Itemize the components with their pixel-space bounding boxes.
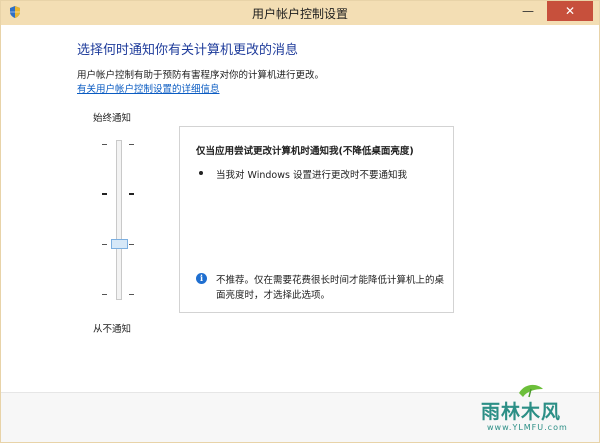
- slider-tick: [102, 244, 107, 245]
- level-description-panel: 仅当应用尝试更改计算机时通知我(不降低桌面亮度) 当我对 Windows 设置进…: [179, 126, 454, 313]
- slider-tick: [102, 193, 107, 195]
- slider-tick: [129, 294, 134, 295]
- slider-tick: [129, 244, 134, 245]
- learn-more-link[interactable]: 有关用户帐户控制设置的详细信息: [77, 81, 220, 95]
- slider-label-never-notify: 从不通知: [93, 324, 132, 335]
- title-bar: 用户帐户控制设置 — ✕: [1, 1, 599, 25]
- level-title: 仅当应用尝试更改计算机时通知我(不降低桌面亮度): [196, 146, 414, 157]
- watermark-text: 雨林木风: [481, 401, 562, 423]
- uac-settings-window: 用户帐户控制设置 — ✕ 选择何时通知你有关计算机更改的消息 用户帐户控制有助于…: [0, 0, 600, 443]
- slider-tick: [129, 193, 134, 195]
- slider-tick: [102, 144, 107, 145]
- watermark-logo: 雨林木风 www.YLMFU.com: [467, 381, 595, 439]
- window-title: 用户帐户控制设置: [251, 7, 348, 21]
- notification-level-slider[interactable]: [116, 140, 122, 300]
- watermark-url: www.YLMFU.com: [487, 423, 568, 432]
- info-icon: i: [196, 273, 207, 284]
- recommendation-note: 不推荐。仅在需要花费很长时间才能降低计算机上的桌面亮度时，才选择此选项。: [216, 275, 445, 301]
- level-bullet-text: 当我对 Windows 设置进行更改时不要通知我: [216, 170, 407, 181]
- page-heading: 选择何时通知你有关计算机更改的消息: [77, 43, 299, 58]
- minimize-button[interactable]: —: [517, 1, 539, 21]
- bullet-icon: [199, 171, 203, 175]
- slider-thumb[interactable]: [111, 239, 128, 249]
- close-button[interactable]: ✕: [547, 1, 593, 21]
- slider-label-always-notify: 始终通知: [93, 113, 132, 124]
- slider-tick: [102, 294, 107, 295]
- slider-tick: [129, 144, 134, 145]
- page-description: 用户帐户控制有助于预防有害程序对你的计算机进行更改。: [77, 70, 325, 81]
